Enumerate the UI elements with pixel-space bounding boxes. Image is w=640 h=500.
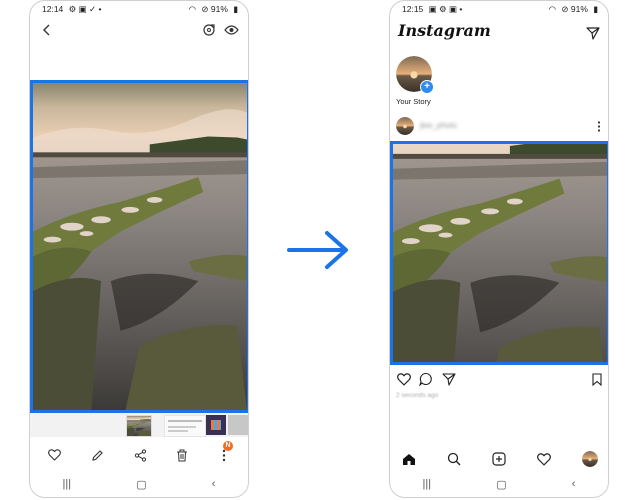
back-icon[interactable]: ‹ (572, 478, 576, 490)
battery-icon: ▮ (233, 3, 238, 14)
notification-badge: N (223, 441, 233, 451)
profile-avatar[interactable] (582, 451, 598, 467)
bookmark-icon[interactable] (590, 371, 604, 387)
instagram-phone: 12:15 ▣ ⚙ ▣ • ◠ ⊘ 91% ▮ Instagram + Your… (389, 0, 609, 498)
recents-icon[interactable]: ||| (63, 478, 72, 490)
system-nav-bar: ||| ▢ ‹ (30, 477, 248, 491)
app-title: Instagram (398, 21, 491, 40)
home-button-icon[interactable]: ▢ (496, 478, 506, 491)
battery-percent: 91% (570, 3, 588, 14)
status-bar: 12:15 ▣ ⚙ ▣ • ◠ ⊘ 91% ▮ (402, 3, 598, 15)
thumbnail-app-grid[interactable] (206, 415, 226, 435)
dnd-icon: ⊘ (561, 3, 569, 14)
thumbnail-gray[interactable] (228, 415, 248, 435)
share-icon[interactable] (132, 447, 148, 463)
battery-percent: 91% (210, 3, 228, 14)
comment-icon[interactable] (418, 371, 434, 387)
back-icon[interactable]: ‹ (212, 478, 216, 490)
search-icon[interactable] (446, 451, 462, 467)
rotate-icon[interactable] (201, 22, 217, 38)
post-more-icon[interactable] (594, 119, 604, 133)
wifi-icon: ◠ (548, 3, 557, 14)
wifi-icon: ◠ (188, 3, 197, 14)
heart-icon[interactable] (46, 447, 62, 463)
pencil-icon[interactable] (89, 447, 105, 463)
status-bar: 12:14 ⚙ ▣ ✓ • ◠ ⊘ 91% ▮ (42, 3, 238, 15)
recents-icon[interactable]: ||| (423, 478, 432, 490)
send-icon[interactable] (441, 371, 457, 387)
system-nav-bar: ||| ▢ ‹ (390, 477, 608, 491)
thumbnail-current[interactable] (126, 415, 152, 437)
battery-icon: ▮ (593, 3, 598, 14)
trash-icon[interactable] (174, 447, 190, 463)
home-icon[interactable] (401, 451, 417, 467)
notification-icons: ⚙ ▣ ✓ • (68, 3, 102, 14)
eye-icon[interactable] (223, 22, 239, 38)
add-story-icon[interactable]: + (420, 80, 434, 94)
notification-icons: ▣ ⚙ ▣ • (428, 3, 463, 14)
add-post-icon[interactable] (491, 451, 507, 467)
direct-message-icon[interactable] (585, 25, 601, 41)
post-photo[interactable] (390, 141, 608, 365)
post-author-avatar[interactable] (396, 117, 414, 135)
gallery-photo[interactable] (30, 80, 248, 413)
status-time: 12:14 (42, 3, 64, 14)
home-button-icon[interactable]: ▢ (136, 478, 146, 491)
like-heart-icon[interactable] (396, 371, 412, 387)
activity-heart-icon[interactable] (536, 451, 552, 467)
story-label: Your Story (396, 97, 431, 106)
transition-arrow (287, 228, 351, 272)
thumbnail-strip (30, 413, 248, 437)
dnd-icon: ⊘ (201, 3, 209, 14)
post-username[interactable]: jlee_photo (420, 121, 457, 130)
status-time: 12:15 (402, 3, 424, 14)
landscape-photo (393, 144, 607, 362)
thumbnail-screenshot[interactable] (164, 415, 206, 437)
post-timestamp: 2 seconds ago (396, 392, 439, 399)
back-arrow-icon[interactable] (38, 21, 56, 39)
gallery-phone: 12:14 ⚙ ▣ ✓ • ◠ ⊘ 91% ▮ N ||| ▢ ‹ (29, 0, 249, 498)
landscape-photo (33, 83, 247, 410)
